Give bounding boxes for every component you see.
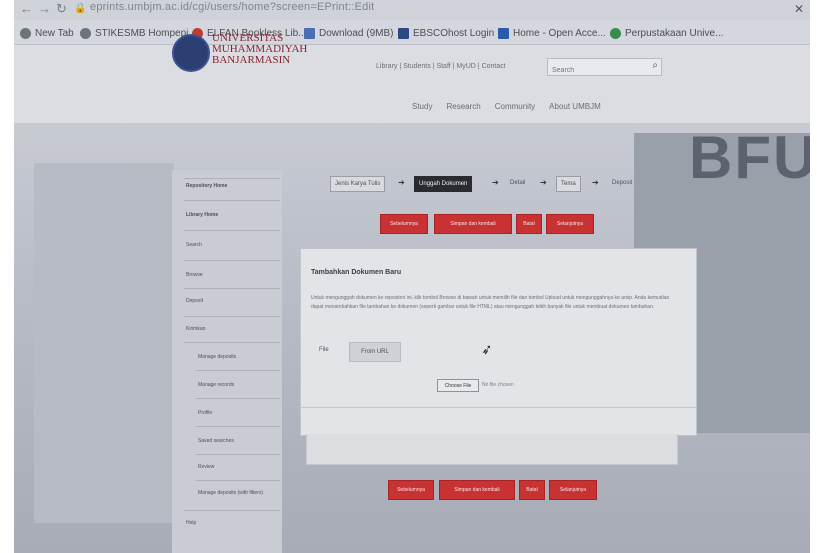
panel-description: Untuk mengunggah dokumen ke repositori i…	[311, 295, 670, 310]
bookmark-icon	[398, 27, 409, 39]
divider	[184, 200, 280, 201]
sidebar-item-review[interactable]: Review	[198, 464, 214, 470]
nav-community[interactable]: Community	[495, 102, 535, 111]
top-links[interactable]: Library | Students | Staff | MyUD | Cont…	[376, 63, 506, 70]
lock-icon: 🔒	[74, 3, 87, 14]
site-header	[14, 45, 810, 123]
sidebar-item-browse[interactable]: Browse	[186, 272, 203, 278]
sidebar-item-profile[interactable]: Profile	[198, 410, 212, 416]
search-field[interactable]: ⌕	[547, 58, 662, 78]
arrow-icon: ➔	[492, 178, 499, 187]
monitor-screen: ← → ↻ 🔒 eprints.umbjm.ac.id/cgi/users/ho…	[14, 0, 810, 553]
bookmark-item[interactable]: New Tab	[20, 25, 74, 41]
bookmark-item[interactable]: Download (9MB)	[304, 25, 393, 41]
sidebar-item-manage-deposits[interactable]: Manage deposits	[198, 354, 236, 360]
divider	[184, 316, 280, 317]
bookmark-icon	[80, 27, 91, 39]
divider	[184, 288, 280, 289]
bookmark-icon	[20, 27, 31, 39]
divider	[196, 370, 280, 371]
back-icon[interactable]: ←	[20, 1, 33, 16]
cancel-button-bottom[interactable]: Batal	[519, 480, 545, 500]
reload-icon[interactable]: ↻	[56, 1, 67, 17]
step-jenis-karya[interactable]: Jenis Karya Tulis	[330, 176, 386, 192]
no-file-label: No file chosen	[482, 382, 514, 388]
save-back-button-bottom[interactable]: Simpan dan kembali	[439, 480, 515, 500]
step-detail[interactable]: Detail	[506, 176, 529, 190]
choose-file-button[interactable]: Choose File	[437, 379, 479, 392]
next-button-top[interactable]: Selanjutnya	[546, 214, 594, 234]
browser-toolbar: ← → ↻ 🔒 eprints.umbjm.ac.id/cgi/users/ho…	[14, 0, 810, 20]
bookmarks-bar: New Tab STIKESMB Hompepi... ELFAN Bookle…	[14, 20, 810, 45]
cancel-button-top[interactable]: Batal	[516, 214, 542, 234]
upload-panel-footer	[306, 434, 678, 465]
tab-from-url[interactable]: From URL	[349, 342, 401, 362]
divider	[184, 510, 280, 511]
divider	[196, 398, 280, 399]
main-nav: Study Research Community About UMBJM	[412, 102, 601, 111]
divider	[184, 178, 280, 179]
nav-research[interactable]: Research	[446, 102, 480, 111]
sidebar-item-manage-records[interactable]: Manage records	[198, 382, 234, 388]
sidebar-item-search[interactable]: Search	[186, 242, 202, 248]
arrow-icon: ➔	[592, 178, 599, 187]
sidebar: Repository Home Library Home Search Brow…	[172, 170, 282, 553]
divider	[184, 230, 280, 231]
arrow-icon: ➔	[540, 178, 547, 187]
photo-frame: ← → ↻ 🔒 eprints.umbjm.ac.id/cgi/users/ho…	[0, 0, 817, 553]
forward-icon[interactable]: →	[38, 1, 51, 16]
divider	[184, 342, 280, 343]
university-logo[interactable]	[172, 34, 210, 72]
upload-panel: Tambahkan Dokumen Baru Untuk mengunggah …	[300, 248, 697, 436]
university-name[interactable]: UNIVERSITAS MUHAMMADIYAH BANJARMASIN	[212, 33, 307, 66]
sidebar-item-library-home[interactable]: Library Home	[186, 212, 218, 218]
bookmark-icon	[610, 27, 621, 39]
tab-file[interactable]: File	[319, 347, 329, 353]
divider	[184, 260, 280, 261]
save-back-button-top[interactable]: Simpan dan kembali	[434, 214, 512, 234]
sidebar-item-repository-home[interactable]: Repository Home	[186, 183, 227, 189]
next-button-bottom[interactable]: Selanjutnya	[549, 480, 597, 500]
background-building-left	[34, 163, 174, 523]
search-icon[interactable]: ⌕	[652, 60, 658, 71]
divider	[196, 480, 280, 481]
step-unggah-dokumen[interactable]: Unggah Dokumen	[414, 176, 473, 192]
divider	[196, 426, 280, 427]
bookmark-icon	[498, 27, 509, 39]
sidebar-item-kirimkan[interactable]: Kirimkan	[186, 326, 205, 332]
mouse-cursor-icon: ➶	[479, 340, 494, 358]
prev-button-bottom[interactable]: Sebelumnya	[388, 480, 434, 500]
panel-title: Tambahkan Dokumen Baru	[311, 269, 402, 276]
building-lettering: BFU	[689, 124, 810, 191]
divider	[301, 407, 696, 408]
nav-study[interactable]: Study	[412, 102, 432, 111]
close-icon[interactable]: ✕	[794, 2, 804, 16]
arrow-icon: ➔	[398, 178, 405, 187]
divider	[196, 454, 280, 455]
sidebar-item-help[interactable]: Help	[186, 520, 196, 526]
address-bar[interactable]: eprints.umbjm.ac.id/cgi/users/home?scree…	[90, 1, 374, 13]
sidebar-item-manage-filters[interactable]: Manage deposits (with filters)	[198, 490, 263, 496]
bookmark-item[interactable]: Home - Open Acce...	[498, 25, 606, 41]
sidebar-item-deposit[interactable]: Deposit	[186, 298, 203, 304]
sidebar-item-saved-searches[interactable]: Saved searches	[198, 438, 234, 444]
prev-button-top[interactable]: Sebelumnya	[380, 214, 428, 234]
search-input[interactable]	[548, 63, 642, 78]
bookmark-item[interactable]: Perpustakaan Unive...	[610, 25, 723, 41]
bookmark-item[interactable]: EBSCOhost Login	[398, 25, 494, 41]
step-deposit[interactable]: Deposit	[608, 176, 636, 190]
nav-about[interactable]: About UMBJM	[549, 102, 601, 111]
step-tema[interactable]: Tema	[556, 176, 581, 192]
